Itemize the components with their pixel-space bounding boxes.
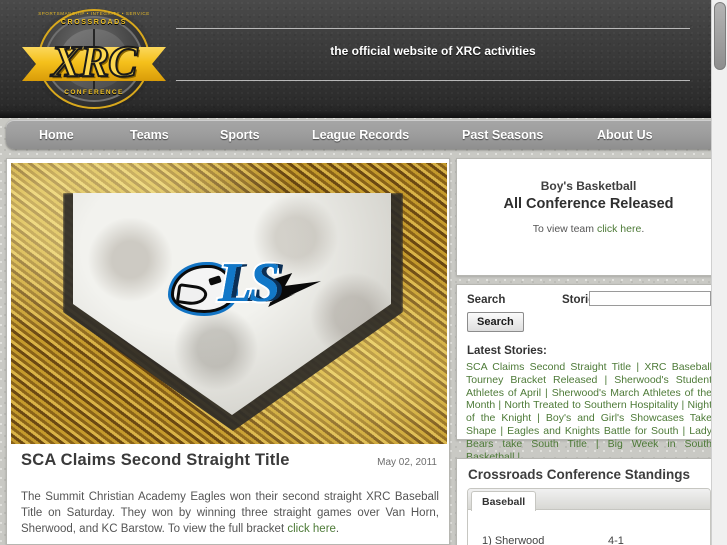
site-tagline: the official website of XRC activities [330,44,536,58]
search-label: Search [467,294,506,306]
nav-item-about-us[interactable]: About Us [597,124,653,146]
nav-item-home[interactable]: Home [39,124,74,146]
article-bracket-link[interactable]: click here [287,523,336,535]
feature-headline: All Conference Released [503,196,674,212]
latest-story-separator: | [541,386,552,399]
article-body-text-2: . [335,522,340,535]
nav-item-past-seasons[interactable]: Past Seasons [462,124,543,146]
main-navigation: Home Teams Sports League Records Past Se… [6,120,721,149]
site-header: SPORTSMANSHIP • INTEGRITY • SERVICE CROS… [0,0,727,118]
search-panel: Search Stories: Search Latest Stories: S… [456,284,721,463]
standings-panel: Crossroads Conference Standings Baseball… [456,458,721,545]
search-input[interactable] [589,291,711,306]
feature-sport-label: Boy's Basketball [540,179,637,193]
latest-story-link[interactable]: Eagles and Knights Battle for South [507,425,678,437]
feature-subtext-1: To view team [532,223,597,235]
ls-eagle-logo: LS LS [171,251,321,325]
latest-stories-list: SCA Claims Second Straight Title | XRC B… [466,361,712,463]
crest-arc-bottom: CONFERENCE [64,89,124,96]
latest-story-link[interactable]: SCA Claims Second Straight Title [466,361,631,373]
latest-story-separator: | [597,373,615,386]
standings-title: Crossroads Conference Standings [468,467,691,482]
page-scrollbar[interactable] [711,0,727,545]
feature-subtext: To view team click here. [457,223,720,235]
crest-wordmark: XRC [50,37,138,86]
article-body: The Summit Christian Academy Eagles won … [21,489,439,537]
tab-baseball[interactable]: Baseball [471,491,537,511]
article-body-text-1: The Summit Christian Academy Eagles won … [21,490,439,535]
feature-view-team-link[interactable]: click here [597,223,641,235]
crest-arc-top: CROSSROADS [60,19,128,26]
nav-item-teams[interactable]: Teams [130,124,169,146]
standings-record-1: 4-1 [608,535,624,545]
latest-story-link[interactable]: North Treated to Southern Hospitality [504,399,678,411]
scrollbar-thumb[interactable] [714,2,726,70]
search-button[interactable]: Search [467,312,524,332]
nav-item-sports[interactable]: Sports [220,124,260,146]
feature-panel: Boy's Basketball All Conference Released… [456,158,721,276]
tagline-rule-top [176,28,690,29]
latest-story-separator: | [531,412,546,425]
latest-story-separator: | [496,424,508,437]
latest-story-separator: | [678,399,688,412]
latest-story-separator: | [495,399,505,412]
ls-monogram: LS [218,252,280,314]
hero-image: LS LS [11,163,447,444]
tagline-rule-bottom [176,80,690,81]
table-row: 1) Sherwood 4-1 [468,532,710,545]
latest-story-separator: | [631,361,645,373]
latest-story-separator: | [678,424,690,437]
article-title: SCA Claims Second Straight Title [21,451,290,469]
standings-team-1: 1) Sherwood [482,535,545,545]
standings-tabbox: Baseball 1) Sherwood 4-1 2) Barstow 3-1 [467,488,711,545]
nav-item-league-records[interactable]: League Records [312,124,409,146]
latest-story-separator: | [586,437,608,450]
article-date: May 02, 2011 [377,457,437,468]
xrc-logo[interactable]: SPORTSMANSHIP • INTEGRITY • SERVICE CROS… [16,5,172,113]
crest-motto: SPORTSMANSHIP • INTEGRITY • SERVICE [38,11,150,16]
main-content-column: LS LS SCA Claims Second Straight Title M… [6,158,450,545]
feature-subtext-2: . [641,223,645,235]
tagline-block: the official website of XRC activities [176,28,690,86]
latest-stories-heading: Latest Stories: [467,345,547,357]
